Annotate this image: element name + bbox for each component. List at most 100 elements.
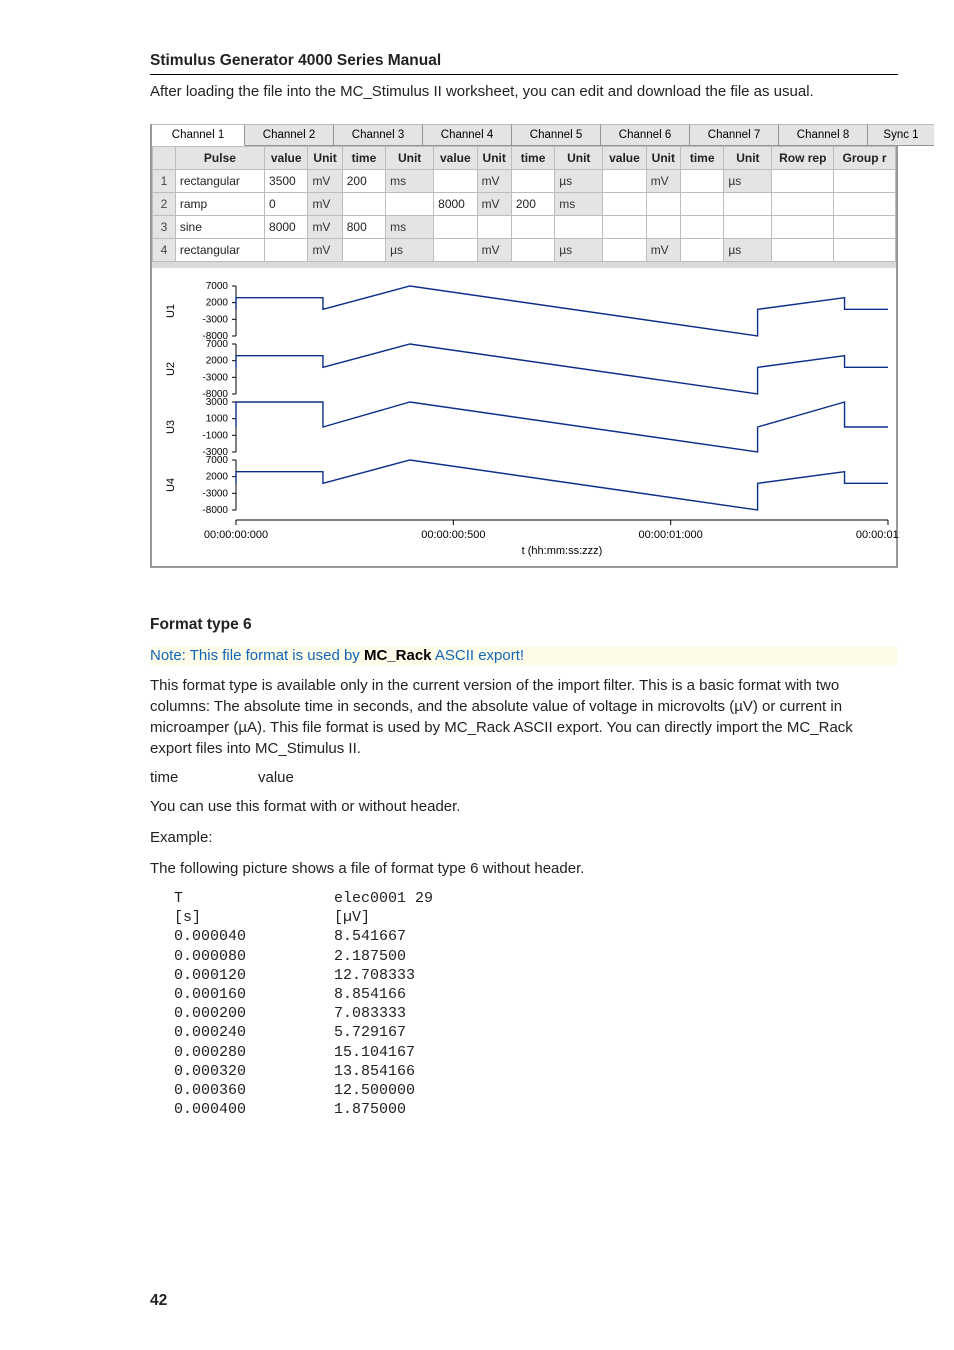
cell[interactable]: 3500	[265, 170, 308, 193]
mono-col2: elec0001 29	[334, 889, 433, 908]
col-header: Group r	[834, 147, 896, 170]
cell[interactable]	[680, 170, 723, 193]
cell[interactable]: ms	[386, 170, 434, 193]
mono-col1: 0.000160	[174, 985, 334, 1004]
tab-sync-1[interactable]: Sync 1	[868, 124, 934, 146]
cell[interactable]	[772, 170, 834, 193]
cell[interactable]: µs	[724, 239, 772, 262]
mono-row: 0.0000408.541667	[174, 927, 898, 946]
mono-col1: 0.000120	[174, 966, 334, 985]
tab-channel-4[interactable]: Channel 4	[423, 124, 512, 146]
tab-channel-2[interactable]: Channel 2	[245, 124, 334, 146]
row-number: 2	[153, 193, 176, 216]
mono-col2: 2.187500	[334, 947, 406, 966]
tab-channel-8[interactable]: Channel 8	[779, 124, 868, 146]
cell[interactable]: mV	[308, 216, 342, 239]
cell[interactable]: 800	[342, 216, 385, 239]
cell[interactable]	[772, 239, 834, 262]
cell[interactable]: ms	[555, 193, 603, 216]
intro-text: After loading the file into the MC_Stimu…	[150, 81, 898, 102]
cell[interactable]	[603, 239, 646, 262]
mono-col1: 0.000040	[174, 927, 334, 946]
svg-text:00:00:01:500: 00:00:01:500	[856, 529, 900, 541]
cell[interactable]	[680, 193, 723, 216]
cell[interactable]: ramp	[175, 193, 264, 216]
svg-text:U2: U2	[165, 362, 177, 376]
cell[interactable]: mV	[646, 239, 680, 262]
cell[interactable]	[434, 216, 477, 239]
cell[interactable]: ms	[386, 216, 434, 239]
cell[interactable]: sine	[175, 216, 264, 239]
cell[interactable]	[646, 193, 680, 216]
cell[interactable]: µs	[555, 239, 603, 262]
cell[interactable]	[646, 216, 680, 239]
cell[interactable]	[834, 216, 896, 239]
mono-col2: 12.708333	[334, 966, 415, 985]
cell[interactable]: 200	[342, 170, 385, 193]
col-header: time	[511, 147, 554, 170]
mono-row: Telec0001 29	[174, 889, 898, 908]
cell[interactable]: rectangular	[175, 239, 264, 262]
cell[interactable]: 0	[265, 193, 308, 216]
cell[interactable]: mV	[477, 170, 511, 193]
cell[interactable]	[834, 239, 896, 262]
cell[interactable]	[342, 239, 385, 262]
svg-text:3000: 3000	[206, 397, 229, 408]
tab-channel-6[interactable]: Channel 6	[601, 124, 690, 146]
row-number: 3	[153, 216, 176, 239]
cell[interactable]	[772, 216, 834, 239]
cell[interactable]: mV	[308, 239, 342, 262]
cell[interactable]	[680, 216, 723, 239]
cell[interactable]: mV	[477, 193, 511, 216]
cell[interactable]: mV	[308, 170, 342, 193]
cell[interactable]	[603, 216, 646, 239]
cell[interactable]	[834, 193, 896, 216]
cell[interactable]	[724, 193, 772, 216]
cell[interactable]: mV	[646, 170, 680, 193]
cell[interactable]	[477, 216, 511, 239]
columns-def: time value	[150, 769, 898, 786]
example-caption: The following picture shows a file of fo…	[150, 858, 898, 879]
cell[interactable]: µs	[724, 170, 772, 193]
cell[interactable]	[342, 193, 385, 216]
cell[interactable]	[386, 193, 434, 216]
cell[interactable]	[434, 239, 477, 262]
mono-row: [s][µV]	[174, 908, 898, 927]
cell[interactable]	[834, 170, 896, 193]
cell[interactable]	[511, 239, 554, 262]
mono-col2: 13.854166	[334, 1062, 415, 1081]
cell[interactable]	[555, 216, 603, 239]
tab-channel-1[interactable]: Channel 1	[152, 124, 245, 146]
cell[interactable]: µs	[555, 170, 603, 193]
col-header: Pulse	[175, 147, 264, 170]
page-title: Stimulus Generator 4000 Series Manual	[150, 52, 898, 70]
section6-title: Format type 6	[150, 616, 898, 634]
cell[interactable]: 8000	[434, 193, 477, 216]
note-mcrack: Note: This file format is used by MC_Rac…	[150, 646, 898, 665]
cell[interactable]: 200	[511, 193, 554, 216]
svg-text:-1000: -1000	[202, 430, 228, 441]
col-header: value	[603, 147, 646, 170]
mono-col1: [s]	[174, 908, 334, 927]
cell[interactable]	[511, 170, 554, 193]
tab-channel-3[interactable]: Channel 3	[334, 124, 423, 146]
tab-channel-7[interactable]: Channel 7	[690, 124, 779, 146]
cell[interactable]	[680, 239, 723, 262]
cell[interactable]: rectangular	[175, 170, 264, 193]
cell[interactable]	[724, 216, 772, 239]
cell[interactable]: 8000	[265, 216, 308, 239]
cell[interactable]	[434, 170, 477, 193]
cell[interactable]: mV	[477, 239, 511, 262]
svg-text:-8000: -8000	[202, 505, 228, 516]
cell[interactable]	[603, 193, 646, 216]
cell[interactable]: mV	[308, 193, 342, 216]
svg-text:-3000: -3000	[202, 314, 228, 325]
cell[interactable]	[603, 170, 646, 193]
cell[interactable]: µs	[386, 239, 434, 262]
col-header: value	[265, 147, 308, 170]
tab-channel-5[interactable]: Channel 5	[512, 124, 601, 146]
cell[interactable]	[511, 216, 554, 239]
mono-col1: 0.000200	[174, 1004, 334, 1023]
cell[interactable]	[265, 239, 308, 262]
cell[interactable]	[772, 193, 834, 216]
